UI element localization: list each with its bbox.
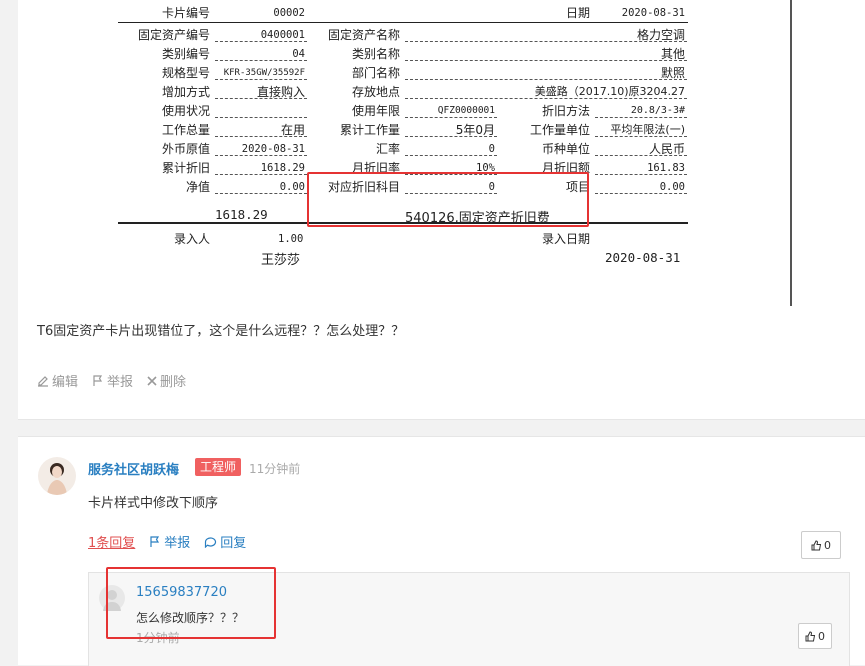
- comment-actions: 1条回复 举报 回复: [88, 532, 246, 551]
- thumbs-up-icon: [811, 539, 822, 550]
- delete-label: 删除: [160, 375, 187, 390]
- orig-value-label: 外币原值: [161, 142, 210, 156]
- month-dep-value: 161.83: [595, 161, 687, 175]
- item-value: 0.00: [595, 180, 687, 194]
- dept-value: 默照: [405, 66, 687, 80]
- acc-workload-value: 5年0月: [405, 123, 497, 137]
- reply-like-count: 0: [818, 629, 825, 643]
- card-no-label: 卡片编号: [161, 6, 210, 20]
- category-code-label: 类别编号: [161, 47, 210, 61]
- comment-panel: 服务社区胡跃梅 工程师 11分钟前 卡片样式中修改下顺序 1条回复 举报 回复 …: [18, 436, 865, 666]
- chat-icon: [205, 536, 217, 548]
- dep-method-value: 20.8/3-3#: [595, 104, 687, 118]
- delete-button[interactable]: 删除: [147, 371, 186, 390]
- report-label: 举报: [107, 375, 134, 390]
- location-label: 存放地点: [351, 85, 400, 99]
- asset-name-value: 格力空调: [405, 28, 687, 42]
- rate-value: 0: [405, 142, 497, 156]
- reply-count-link[interactable]: 1条回复: [88, 532, 135, 551]
- date-label: 日期: [565, 6, 590, 20]
- workload-label: 工作总量: [161, 123, 210, 137]
- currency-label: 币种单位: [541, 142, 590, 156]
- highlight-box-subject: [307, 172, 589, 227]
- asset-code-label: 固定资产编号: [137, 28, 210, 42]
- comment-text: 卡片样式中修改下顺序: [88, 496, 219, 511]
- highlight-box-reply: [106, 567, 276, 639]
- work-unit-label: 工作量单位: [529, 123, 590, 137]
- rate-label: 汇率: [375, 142, 400, 156]
- avatar[interactable]: [38, 457, 76, 495]
- category-name-label: 类别名称: [351, 47, 400, 61]
- life-label: 使用年限: [351, 104, 400, 118]
- engineer-badge: 工程师: [195, 458, 242, 476]
- dept-label: 部门名称: [351, 66, 400, 80]
- post-actions: 编辑 举报 删除: [37, 371, 186, 390]
- bottom-left-value: 1618.29: [215, 207, 268, 222]
- comment-like-count: 0: [824, 538, 831, 552]
- edit-label: 编辑: [52, 375, 79, 390]
- model-label: 规格型号: [161, 66, 210, 80]
- usage-value: [215, 104, 307, 118]
- edit-button[interactable]: 编辑: [37, 371, 78, 390]
- entry-person-value: 1.00: [278, 233, 304, 245]
- comment-report-label: 举报: [164, 536, 191, 551]
- reply-like-button[interactable]: 0: [798, 623, 832, 649]
- model-value: KFR-35GW/35592F: [215, 66, 307, 80]
- flag-icon: [93, 374, 103, 386]
- close-icon: [147, 375, 157, 386]
- work-unit-value: 平均年限法(一): [595, 123, 687, 137]
- category-name-value: 其他: [405, 47, 687, 61]
- avatar-image: [47, 463, 67, 495]
- add-method-label: 增加方式: [161, 85, 210, 99]
- workload-value: 在用: [215, 123, 307, 137]
- asset-code-value: 0400001: [215, 28, 307, 42]
- comment-time: 11分钟前: [249, 462, 301, 476]
- comment-reply-button[interactable]: 回复: [204, 532, 246, 551]
- comment-reply-label: 回复: [220, 536, 247, 551]
- comment-author[interactable]: 服务社区胡跃梅: [88, 459, 179, 478]
- date-value: 2020-08-31: [621, 7, 685, 19]
- acc-workload-label: 累计工作量: [339, 123, 400, 137]
- flag-icon: [150, 535, 160, 547]
- asset-card-image: 卡片编号 00002 日期 2020-08-31 固定资产编号 0400001 …: [0, 0, 865, 306]
- asset-name-label: 固定资产名称: [327, 28, 400, 42]
- usage-label: 使用状况: [161, 104, 210, 118]
- acc-dep-value: 1618.29: [215, 161, 307, 175]
- comment-report-button[interactable]: 举报: [149, 532, 190, 551]
- image-edge-line: [790, 0, 792, 306]
- life-value: QFZ0000001: [405, 104, 497, 118]
- report-button[interactable]: 举报: [92, 371, 133, 390]
- entry-date-label: 录入日期: [541, 232, 590, 246]
- edit-icon: [38, 375, 48, 387]
- currency-value: 人民币: [595, 142, 687, 156]
- entry-date-value: 2020-08-31: [605, 250, 681, 265]
- net-value-label: 净值: [185, 180, 210, 194]
- category-code-value: 04: [215, 47, 307, 61]
- orig-value-value: 2020-08-31: [215, 142, 307, 156]
- entry-person-name: 王莎莎: [261, 253, 301, 268]
- question-text: T6固定资产卡片出现错位了，这个是什么远程？？怎么处理？？: [37, 324, 405, 339]
- dep-method-label: 折旧方法: [541, 104, 590, 118]
- net-value-value: 0.00: [215, 180, 307, 194]
- add-method-value: 直接购入: [215, 85, 307, 99]
- acc-dep-label: 累计折旧: [161, 161, 210, 175]
- entry-person-label: 录入人: [173, 232, 210, 246]
- comment-like-button[interactable]: 0: [801, 531, 841, 559]
- card-top-rule: [118, 22, 688, 23]
- thumbs-up-icon: [805, 630, 816, 641]
- location-value: 美盛路（2017.10)原3204.27: [405, 85, 687, 99]
- card-no-value: 00002: [273, 7, 305, 19]
